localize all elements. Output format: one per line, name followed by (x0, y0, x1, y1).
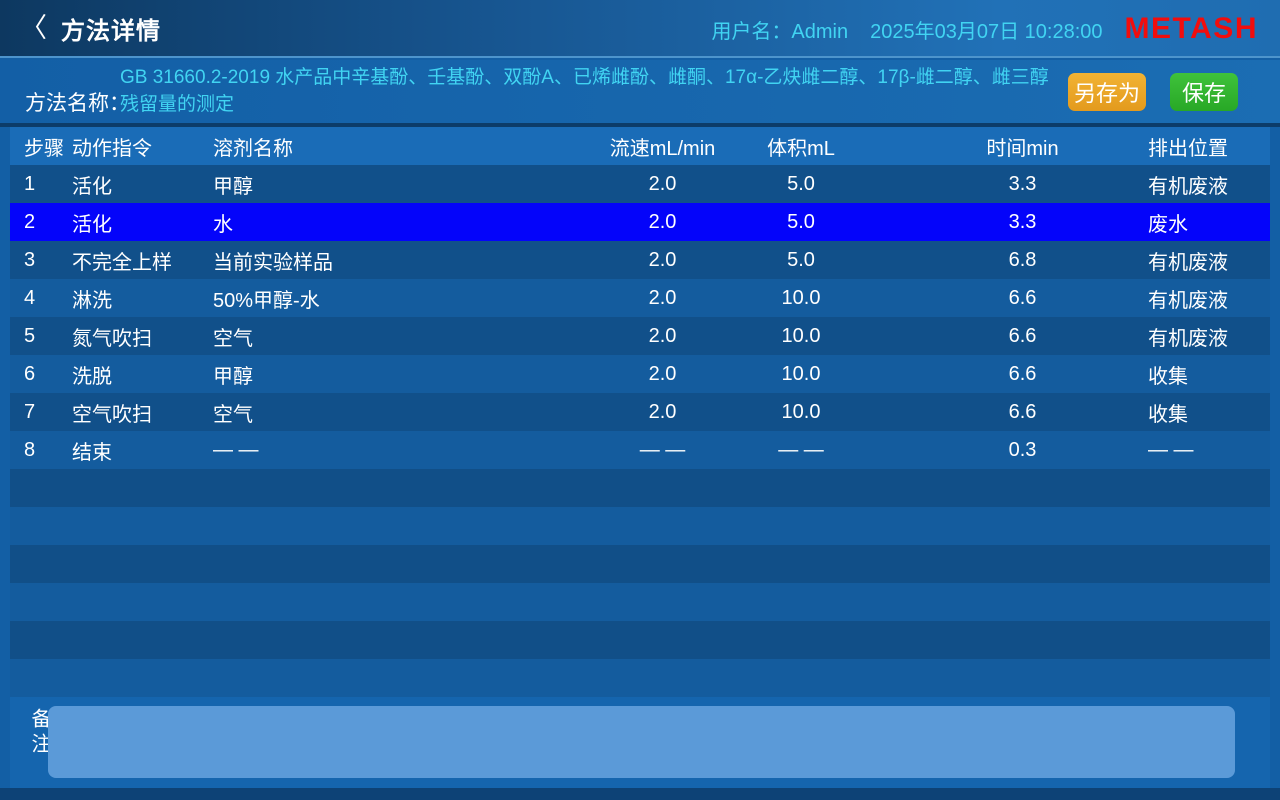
table-cell: 活化 (72, 213, 112, 236)
table-cell: — — (639, 438, 686, 461)
table-cell: 结束 (72, 441, 112, 464)
table-cell: 6.6 (1008, 400, 1037, 423)
table-cell: 2.0 (648, 400, 677, 423)
table-cell: 氮气吹扫 (72, 327, 152, 350)
table-cell: 洗脱 (72, 365, 112, 388)
steps-table: 步骤 动作指令 溶剂名称 流速mL/min 体积mL 时间min 排出位置 1 活… (10, 127, 1270, 697)
table-cell: — — (1148, 438, 1194, 461)
username-label: 用户名：Admin (711, 20, 849, 43)
empty-row-stripe (10, 469, 1270, 507)
table-cell: 2.0 (648, 248, 677, 271)
table-cell: 不完全上样 (72, 251, 172, 274)
col-header-time: 时间min (986, 137, 1059, 160)
table-header: 步骤 动作指令 溶剂名称 流速mL/min 体积mL 时间min 排出位置 (10, 127, 1270, 165)
page-title: 方法详情 (61, 17, 161, 45)
table-cell: 活化 (72, 175, 112, 198)
table-cell: 10.0 (781, 362, 821, 385)
table-row[interactable]: 8 结束 — — — — — — 0.3 — — (10, 431, 1270, 469)
table-row[interactable]: 6 洗脱 甲醇 2.0 10.0 6.6 收集 (10, 355, 1270, 393)
table-cell: 10.0 (781, 324, 821, 347)
table-cell: 5.0 (787, 248, 815, 271)
table-cell: 2.0 (648, 172, 677, 195)
table-cell: 空气 (213, 327, 253, 350)
table-cell: 2.0 (648, 324, 677, 347)
table-cell: 6.6 (1008, 286, 1037, 309)
table-cell: — — (213, 438, 259, 461)
table-cell: 5 (24, 324, 36, 347)
table-cell: 空气 (213, 403, 253, 426)
col-header-step: 步骤 (24, 137, 64, 160)
table-cell: 有机废液 (1148, 175, 1228, 198)
bottom-strip (0, 788, 1280, 800)
table-cell: 2.0 (648, 210, 677, 233)
table-cell: 当前实验样品 (213, 251, 333, 274)
table-row[interactable]: 2 活化 水 2.0 5.0 3.3 废水 (10, 203, 1270, 241)
table-cell: 空气吹扫 (72, 403, 152, 426)
col-header-outlet: 排出位置 (1148, 137, 1228, 160)
empty-rows-area (10, 469, 1270, 697)
table-cell: 3 (24, 248, 36, 271)
empty-row-stripe (10, 659, 1270, 697)
method-detail-screen: 〈 方法详情 用户名：Admin 2025年03月07日 10:28:00 ME… (0, 0, 1280, 800)
table-row[interactable]: 5 氮气吹扫 空气 2.0 10.0 6.6 有机废液 (10, 317, 1270, 355)
empty-row-stripe (10, 507, 1270, 545)
col-header-solvent: 溶剂名称 (213, 137, 293, 160)
empty-row-stripe (10, 545, 1270, 583)
empty-row-stripe (10, 621, 1270, 659)
table-cell: 6.8 (1008, 248, 1037, 271)
table-cell: 7 (24, 400, 36, 423)
table-cell: 8 (24, 438, 36, 461)
table-cell: 4 (24, 286, 36, 309)
table-cell: 甲醇 (213, 175, 253, 198)
method-name-label: 方法名称： (25, 92, 130, 115)
table-cell: 10.0 (781, 286, 821, 309)
table-cell: 2.0 (648, 362, 677, 385)
back-icon[interactable]: 〈 (20, 0, 47, 57)
col-header-flow: 流速mL/min (609, 137, 716, 160)
table-cell: 有机废液 (1148, 251, 1228, 274)
title-bar: 〈 方法详情 用户名：Admin 2025年03月07日 10:28:00 ME… (0, 0, 1280, 58)
table-body: 1 活化 甲醇 2.0 5.0 3.3 有机废液 2 活化水 2.0 5.0 3.3 废水 3 不完全上样当… (10, 165, 1270, 469)
table-cell: 6.6 (1008, 362, 1037, 385)
col-header-action: 动作指令 (72, 137, 152, 160)
table-cell: 1 (24, 172, 36, 195)
table-row[interactable]: 7 空气吹扫 空气 2.0 10.0 6.6 收集 (10, 393, 1270, 431)
datetime-label: 2025年03月07日 10:28:00 (870, 20, 1103, 43)
table-cell: 3.3 (1008, 172, 1037, 195)
notes-panel: 备注 (10, 697, 1270, 788)
table-cell: 0.3 (1008, 438, 1037, 461)
save-button[interactable]: 保存 (1170, 73, 1238, 111)
table-row[interactable]: 1 活化 甲醇 2.0 5.0 3.3 有机废液 (10, 165, 1270, 203)
table-cell: 收集 (1148, 403, 1188, 426)
empty-row-stripe (10, 583, 1270, 621)
table-cell: 6.6 (1008, 324, 1037, 347)
table-row[interactable]: 3 不完全上样 当前实验样品 2.0 5.0 6.8 有机废液 (10, 241, 1270, 279)
table-cell: 2 (24, 210, 36, 233)
table-cell: 6 (24, 362, 36, 385)
table-cell: 50%甲醇-水 (213, 289, 320, 312)
table-cell: — — (778, 438, 824, 461)
table-cell: 3.3 (1008, 210, 1037, 233)
table-cell: 水 (213, 213, 233, 236)
method-name-section: 方法名称： GB 31660.2-2019 水产品中辛基酚、壬基酚、双酚A、已烯… (0, 60, 1280, 123)
table-cell: 5.0 (787, 172, 815, 195)
metash-logo: METASH (1124, 12, 1258, 45)
table-cell: 收集 (1148, 365, 1188, 388)
table-cell: 有机废液 (1148, 327, 1228, 350)
table-row[interactable]: 4 淋洗 50%甲醇-水 2.0 10.0 6.6 有机废液 (10, 279, 1270, 317)
table-cell: 淋洗 (72, 289, 112, 312)
table-cell: 甲醇 (213, 365, 253, 388)
method-name-value[interactable]: GB 31660.2-2019 水产品中辛基酚、壬基酚、双酚A、已烯雌酚、雌酮、… (120, 64, 1065, 118)
col-header-volume: 体积mL (767, 137, 835, 160)
table-cell: 2.0 (648, 286, 677, 309)
notes-textarea[interactable] (48, 706, 1235, 778)
save-as-button[interactable]: 另存为 (1068, 73, 1146, 111)
table-cell: 有机废液 (1148, 289, 1228, 312)
title-bar-right: 用户名：Admin 2025年03月07日 10:28:00 METASH (711, 0, 1258, 58)
table-cell: 废水 (1148, 213, 1188, 236)
table-cell: 10.0 (781, 400, 821, 423)
table-cell: 5.0 (787, 210, 815, 233)
